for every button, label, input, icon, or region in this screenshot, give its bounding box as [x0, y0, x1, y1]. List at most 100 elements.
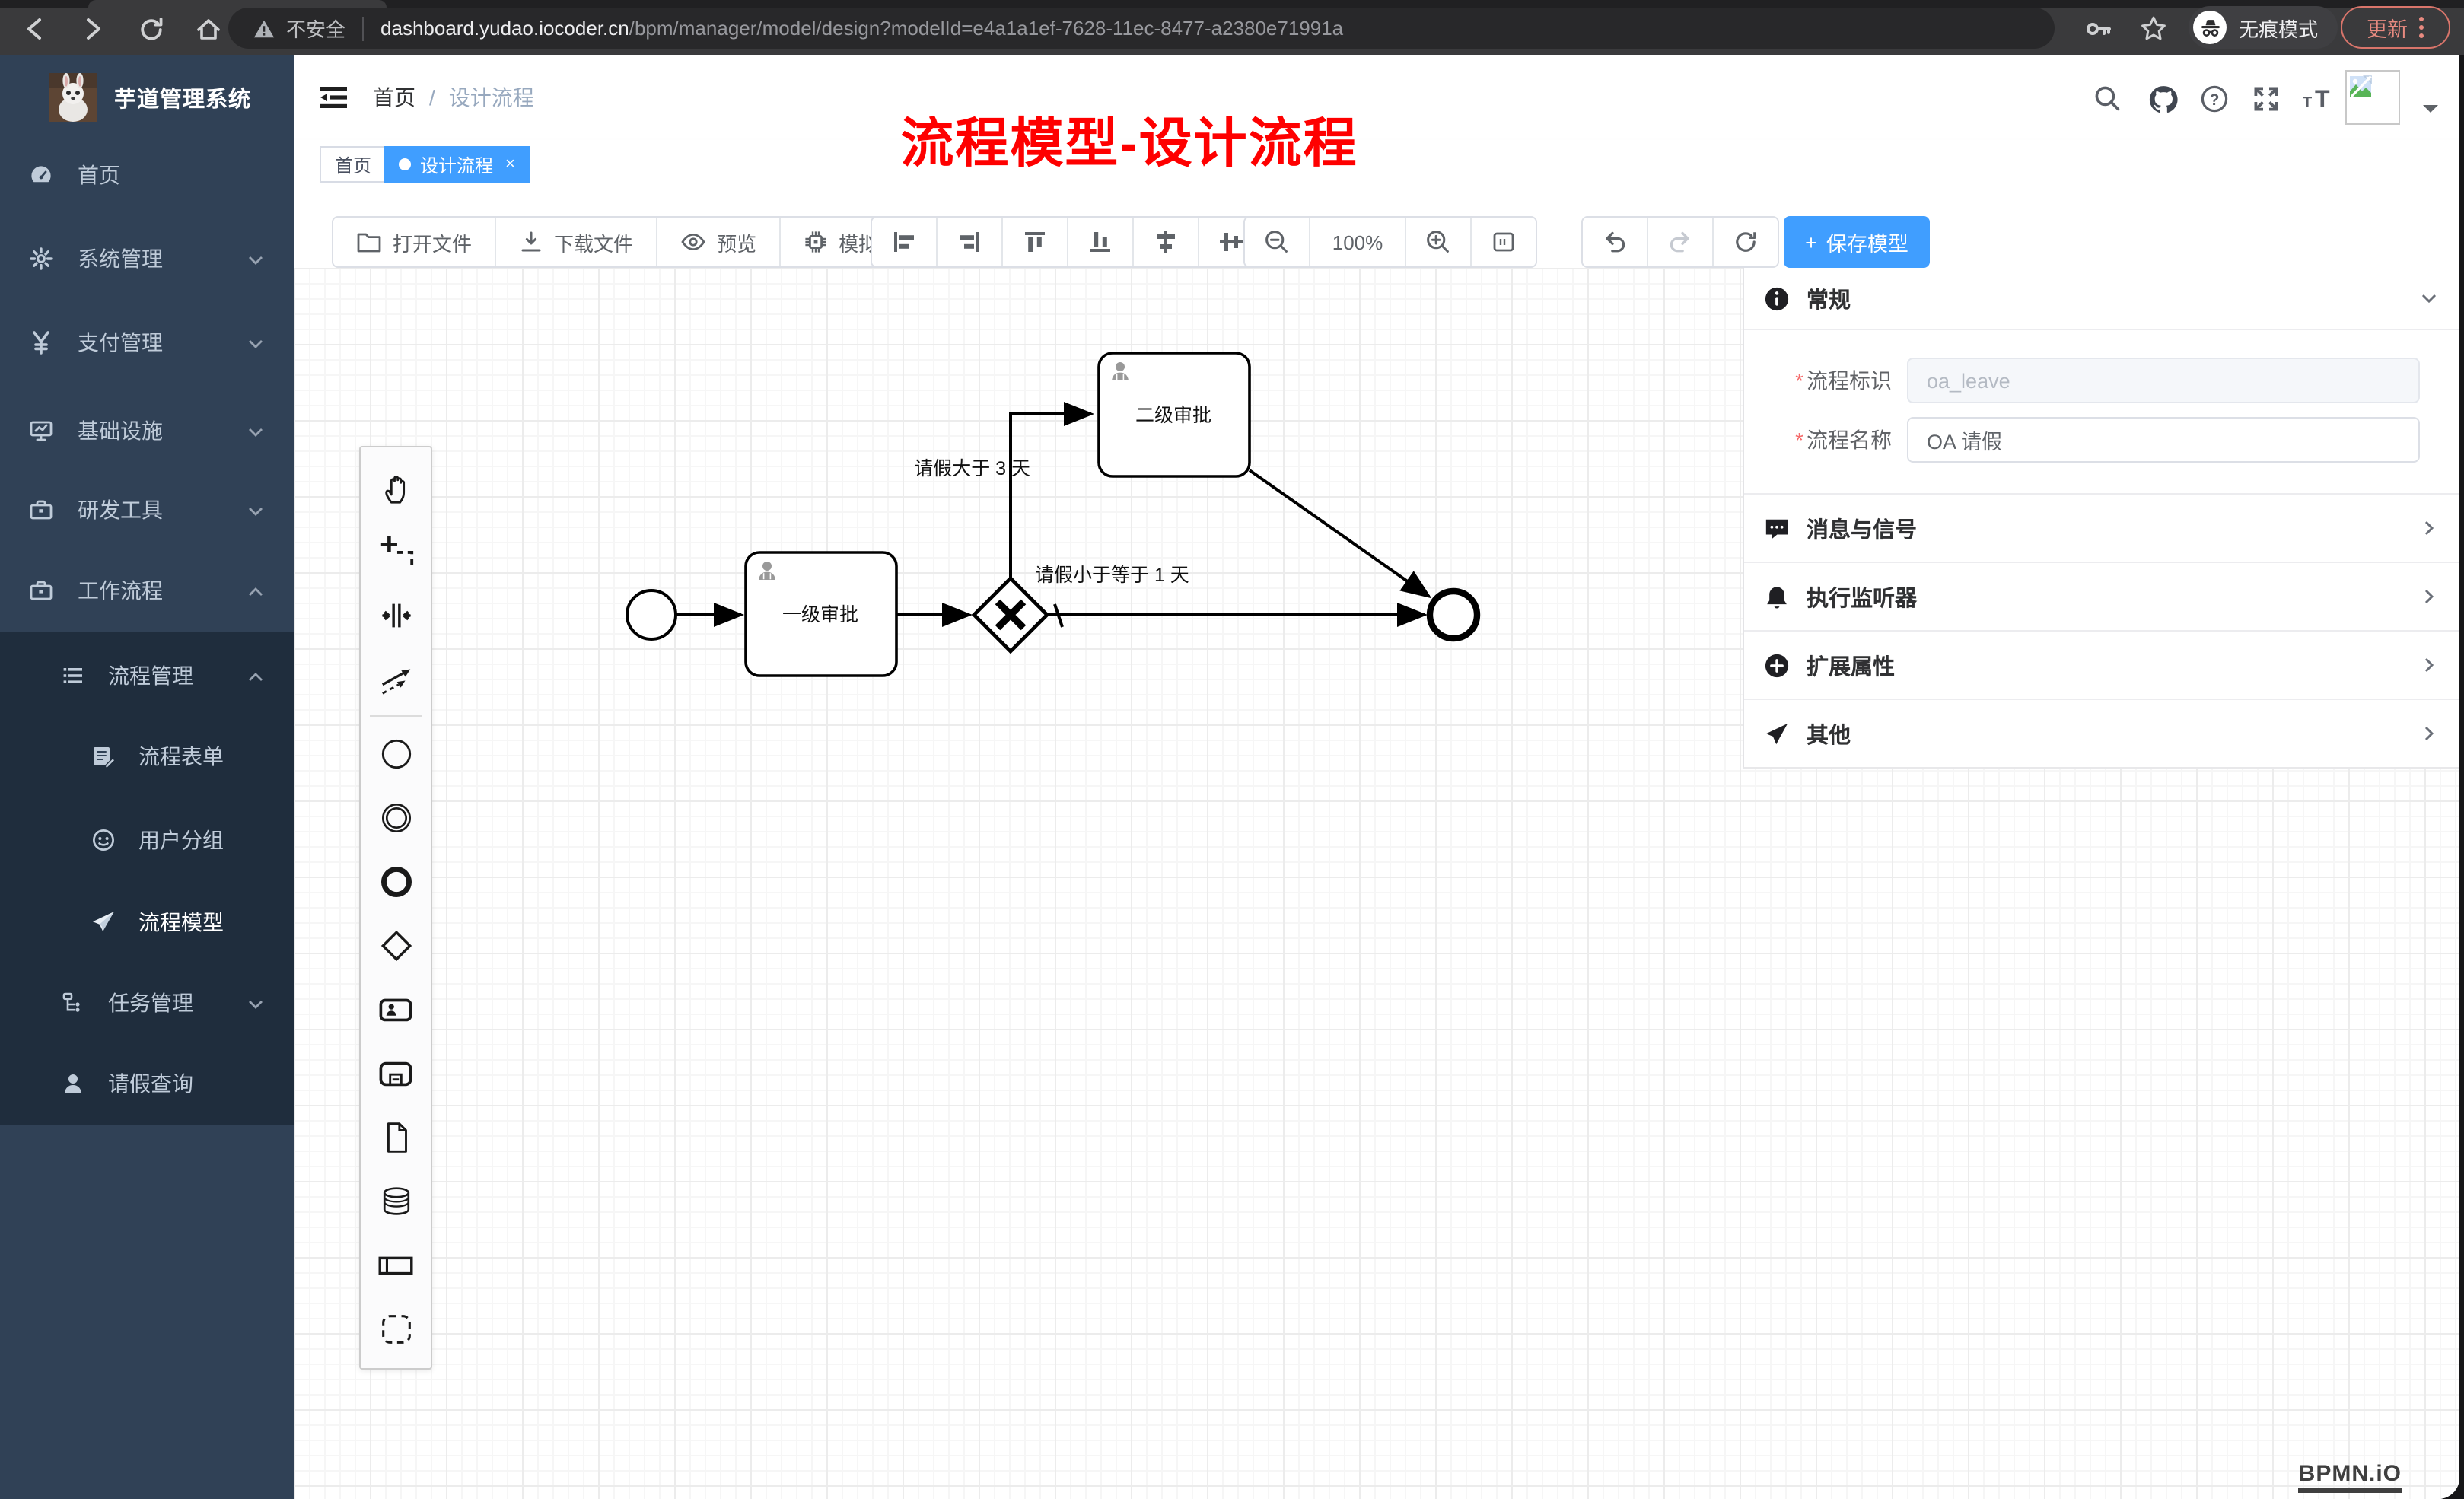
restart-button[interactable]: [1714, 218, 1778, 266]
edge-label-le1day[interactable]: 请假小于等于 1 天: [1035, 565, 1189, 586]
create-gateway[interactable]: [368, 913, 423, 977]
global-connect-tool[interactable]: [368, 647, 423, 711]
url-host[interactable]: dashboard.yudao.iocoder.cn: [380, 17, 629, 40]
create-participant[interactable]: [368, 1233, 423, 1297]
github-icon[interactable]: [2147, 84, 2178, 114]
panel-section-extended-properties[interactable]: 扩展属性: [1744, 632, 2459, 700]
create-data-object[interactable]: [368, 1105, 423, 1169]
zoom-in-icon: [1425, 228, 1452, 256]
bpmn-io-watermark[interactable]: BPMN.iO: [2299, 1459, 2402, 1493]
sidebar-item-leave-query[interactable]: 请假查询: [0, 1053, 294, 1114]
security-label[interactable]: 不安全: [286, 14, 345, 43]
reload-button[interactable]: [134, 12, 167, 46]
sidebar-item-infrastructure[interactable]: 基础设施: [0, 400, 294, 461]
create-subprocess[interactable]: [368, 1041, 423, 1105]
space-tool[interactable]: [368, 583, 423, 647]
sidebar-item-label: 系统管理: [78, 247, 163, 271]
align-toolbar-group: [871, 216, 1265, 268]
user-task-first-approve[interactable]: 一级审批: [746, 552, 896, 676]
breadcrumb-home[interactable]: 首页: [373, 82, 415, 113]
browser-active-tab[interactable]: [88, 0, 387, 8]
user-task-second-approve[interactable]: 二级审批: [1099, 353, 1250, 476]
bookmark-star-icon[interactable]: [2137, 12, 2170, 46]
sidebar-item-home[interactable]: 首页: [0, 145, 294, 205]
panel-section-messages-signals[interactable]: 消息与信号: [1744, 495, 2459, 563]
end-event[interactable]: [1430, 591, 1477, 638]
sidebar-item-task-mgmt[interactable]: 任务管理: [0, 972, 294, 1033]
monitor-icon: [29, 419, 53, 443]
undo-button[interactable]: [1583, 218, 1648, 266]
send-icon: [1764, 721, 1790, 746]
lasso-tool[interactable]: [368, 519, 423, 583]
panel-section-execution-listeners[interactable]: 执行监听器: [1744, 563, 2459, 632]
align-bottom-button[interactable]: [1068, 218, 1134, 266]
sidebar-item-workflow[interactable]: 工作流程: [0, 560, 294, 621]
flow-gateway-to-second-approve[interactable]: [1011, 414, 1091, 578]
restart-icon: [1732, 228, 1759, 256]
save-model-button[interactable]: + 保存模型: [1784, 216, 1930, 268]
sidebar-item-dev-tools[interactable]: 研发工具: [0, 479, 294, 540]
sidebar-item-label: 基础设施: [78, 419, 163, 443]
create-start-event[interactable]: [368, 721, 423, 785]
create-intermediate-event[interactable]: [368, 785, 423, 849]
url-path[interactable]: /bpm/manager/model/design?modelId=e4a1a1…: [629, 17, 1343, 40]
font-size-icon[interactable]: TT: [2301, 84, 2332, 114]
reset-viewport-button[interactable]: [1472, 218, 1536, 266]
sidebar-item-process-mgmt[interactable]: 流程管理: [0, 645, 294, 706]
chrome-update-button[interactable]: 更新: [2341, 6, 2450, 49]
back-button[interactable]: [18, 12, 52, 46]
sidebar-item-label: 支付管理: [78, 330, 163, 355]
sidebar-item-process-model[interactable]: 流程模型: [0, 892, 294, 953]
properties-panel: 常规 *流程标识 *流程名称: [1743, 268, 2459, 769]
align-left-button[interactable]: [872, 218, 938, 266]
start-event[interactable]: [627, 590, 676, 639]
create-data-store[interactable]: [368, 1169, 423, 1233]
open-file-button[interactable]: 打开文件: [333, 218, 496, 266]
fullscreen-icon[interactable]: [2251, 84, 2281, 114]
sidebar-item-user-group[interactable]: 用户分组: [0, 810, 294, 870]
download-file-button[interactable]: 下载文件: [496, 218, 657, 266]
forward-button[interactable]: [76, 12, 110, 46]
edge-label-gt3days[interactable]: 请假大于 3 天: [914, 458, 1030, 479]
chevron-right-icon: [2418, 654, 2440, 676]
process-key-input[interactable]: [1907, 358, 2420, 403]
align-center-horizontal-button[interactable]: [1134, 218, 1199, 266]
align-right-button[interactable]: [938, 218, 1003, 266]
app-logo-row[interactable]: 芋道管理系统: [0, 55, 294, 140]
zoom-in-button[interactable]: [1406, 218, 1472, 266]
exclusive-gateway[interactable]: [974, 578, 1047, 651]
sidebar-item-system[interactable]: 系统管理: [0, 228, 294, 289]
create-user-task[interactable]: [368, 977, 423, 1041]
process-name-input[interactable]: [1907, 417, 2420, 463]
hand-tool[interactable]: [368, 455, 423, 519]
home-button[interactable]: [192, 12, 225, 46]
section-title: 执行监听器: [1807, 581, 1917, 613]
zoom-out-button[interactable]: [1245, 218, 1310, 266]
zoom-level-text: 100%: [1332, 231, 1383, 253]
avatar[interactable]: [2345, 70, 2400, 125]
tab-close-icon[interactable]: ×: [505, 155, 515, 173]
sidebar-item-process-form[interactable]: 流程表单: [0, 726, 294, 787]
align-top-button[interactable]: [1003, 218, 1068, 266]
tab-design-process[interactable]: 设计流程 ×: [384, 146, 530, 183]
plus-icon: +: [1805, 231, 1817, 253]
help-icon[interactable]: ?: [2199, 84, 2230, 114]
panel-section-other[interactable]: 其他: [1744, 700, 2459, 767]
section-title: 其他: [1807, 718, 1851, 750]
create-end-event[interactable]: [368, 849, 423, 913]
sidebar-item-payment[interactable]: 支付管理: [0, 312, 294, 373]
panel-section-general[interactable]: 常规: [1744, 268, 2459, 330]
hamburger-icon[interactable]: [317, 82, 350, 113]
process-key-field-row: *流程标识: [1744, 358, 2459, 403]
tree-icon: [61, 991, 85, 1015]
flow-second-approve-to-end[interactable]: [1250, 470, 1429, 597]
caret-down-icon[interactable]: [2421, 103, 2440, 116]
folder-icon: [356, 231, 382, 253]
create-group[interactable]: [368, 1297, 423, 1361]
url-bar[interactable]: 不安全 dashboard.yudao.iocoder.cn/bpm/manag…: [228, 8, 2055, 49]
redo-button[interactable]: [1648, 218, 1714, 266]
preview-button[interactable]: 预览: [657, 218, 781, 266]
password-key-icon[interactable]: [2082, 12, 2115, 46]
search-icon[interactable]: [2093, 84, 2123, 114]
tab-home[interactable]: 首页: [320, 146, 387, 183]
